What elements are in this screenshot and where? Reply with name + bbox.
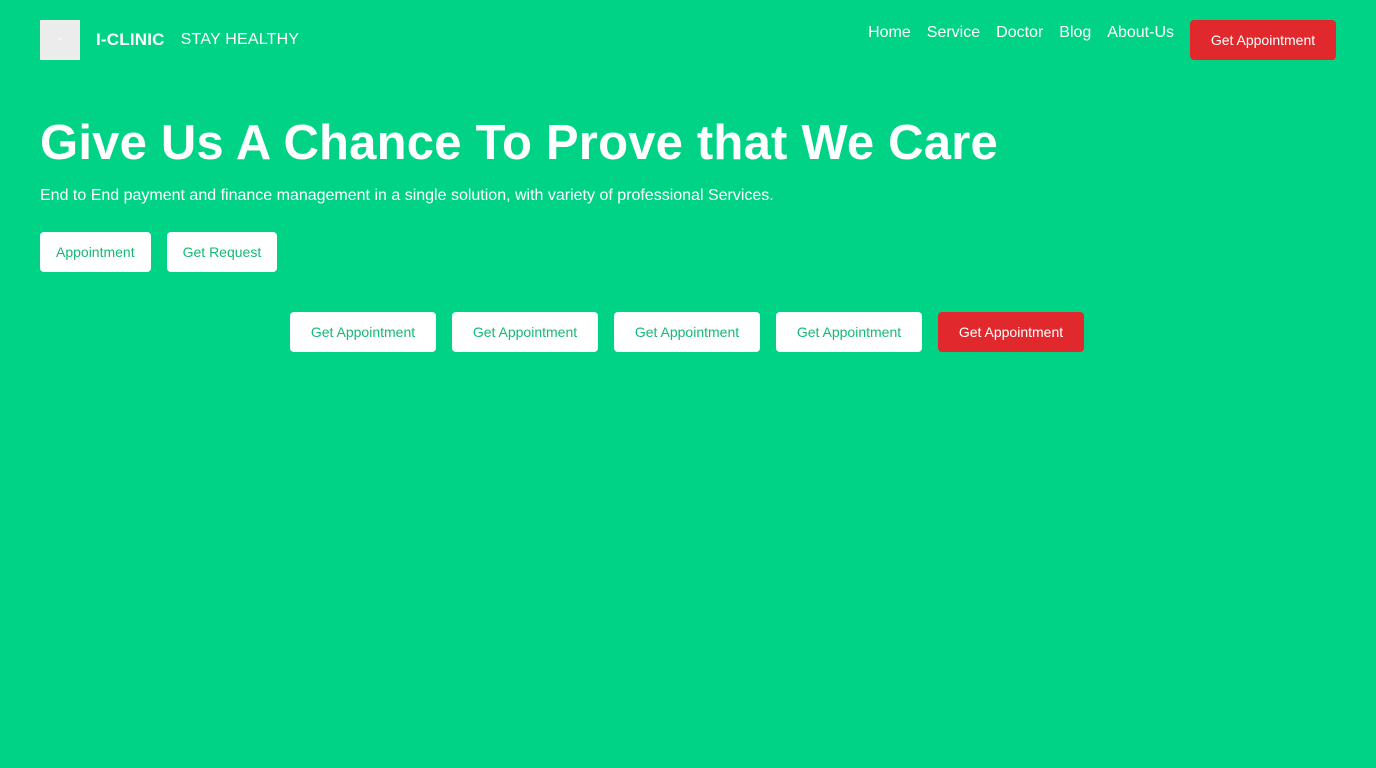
nav-link-doctor[interactable]: Doctor [996, 24, 1043, 42]
nav-link-home[interactable]: Home [868, 24, 911, 42]
nav-link-blog[interactable]: Blog [1059, 24, 1091, 42]
nav-link-service[interactable]: Service [927, 24, 980, 42]
header-get-appointment-button[interactable]: Get Appointment [1190, 20, 1336, 60]
get-request-button[interactable]: Get Request [166, 232, 278, 272]
logo[interactable]: ▫ [40, 20, 80, 60]
brand-tagline: STAY HEALTHY [180, 31, 300, 48]
hero-actions: Appointment Get Request [40, 232, 278, 272]
get-appointment-button-2[interactable]: Get Appointment [452, 312, 598, 352]
image-placeholder-icon: ▫ [58, 34, 62, 45]
main-nav: Home Service Doctor Blog About-Us Get Ap… [868, 20, 1336, 60]
nav-links: Home Service Doctor Blog About-Us [868, 24, 1174, 42]
hero-subtitle: End to End payment and finance managemen… [40, 187, 774, 204]
hero-title: Give Us A Chance To Prove that We Care [40, 116, 998, 170]
nav-link-about-us[interactable]: About-Us [1107, 24, 1174, 42]
brand[interactable]: ▫ I-CLINIC STAY HEALTHY [40, 20, 299, 60]
get-appointment-button-5[interactable]: Get Appointment [938, 312, 1084, 352]
site-header: ▫ I-CLINIC STAY HEALTHY Home Service Doc… [40, 20, 1336, 60]
get-appointment-button-3[interactable]: Get Appointment [614, 312, 760, 352]
appointment-button[interactable]: Appointment [40, 232, 151, 272]
brand-name: I-CLINIC [96, 30, 165, 49]
appointment-button-row: Get Appointment Get Appointment Get Appo… [290, 312, 1084, 352]
get-appointment-button-1[interactable]: Get Appointment [290, 312, 436, 352]
get-appointment-button-4[interactable]: Get Appointment [776, 312, 922, 352]
